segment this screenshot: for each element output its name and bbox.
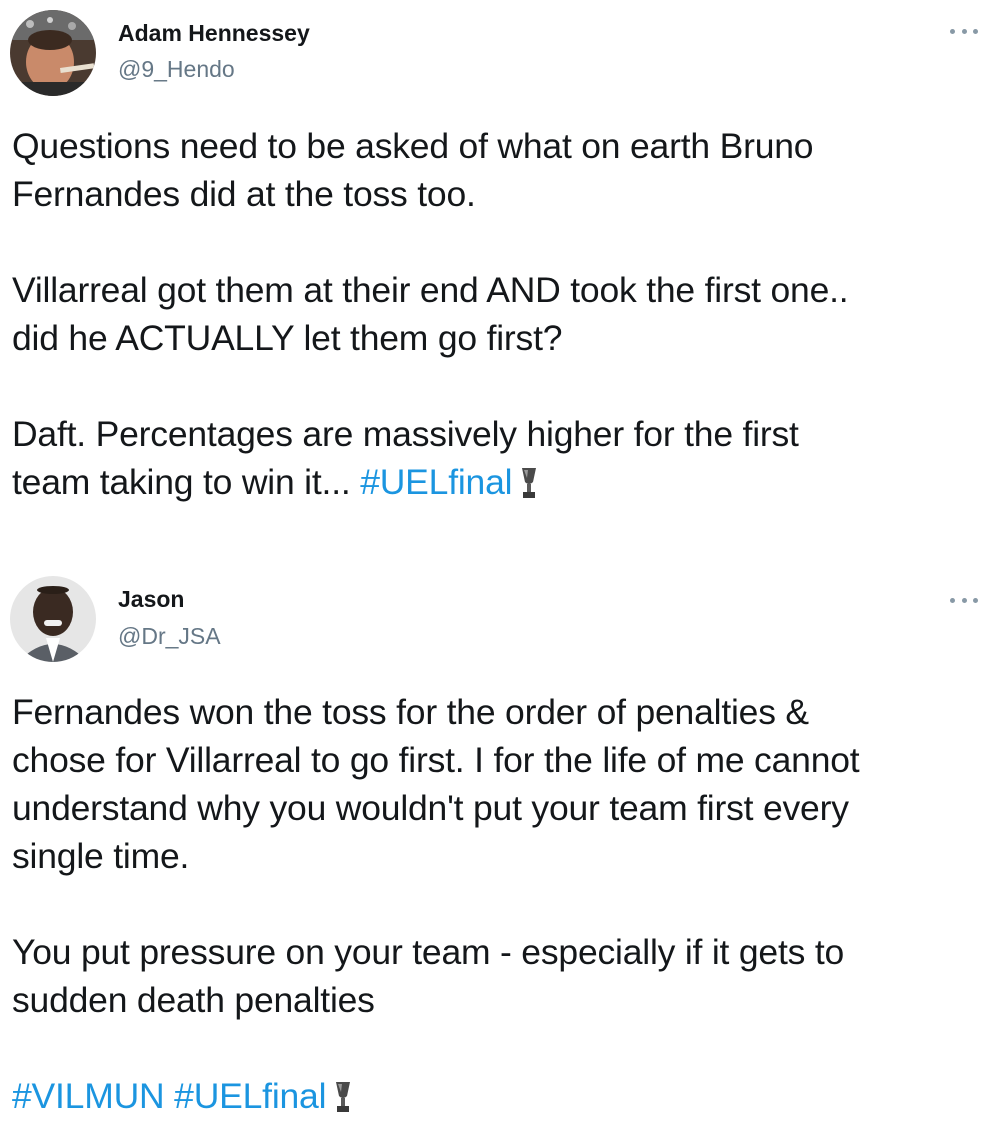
- hashtag-link[interactable]: #UELfinal: [174, 1076, 326, 1116]
- trophy-icon: [520, 464, 538, 512]
- author-name[interactable]: Adam Hennessey: [118, 20, 310, 47]
- author-handle[interactable]: @Dr_JSA: [118, 623, 221, 650]
- tweet-text: Fernandes won the toss for the order of …: [12, 688, 992, 1126]
- more-options-icon[interactable]: [950, 24, 978, 38]
- tweet-paragraph: #VILMUN #UELfinal: [12, 1072, 992, 1126]
- tweet-paragraph: Fernandes won the toss for the order of …: [12, 692, 860, 876]
- tweet-paragraph: Daft. Percentages are massively higher f…: [12, 410, 992, 512]
- tweet-paragraph: Villarreal got them at their end AND too…: [12, 270, 849, 358]
- tweet-card[interactable]: Jason @Dr_JSA Fernandes won the toss for…: [0, 560, 1000, 1136]
- author-name[interactable]: Jason: [118, 586, 184, 613]
- trophy-icon: [334, 1078, 352, 1126]
- tweet-paragraph: You put pressure on your team - especial…: [12, 932, 845, 1020]
- tweet-paragraph: Questions need to be asked of what on ea…: [12, 126, 814, 214]
- author-handle[interactable]: @9_Hendo: [118, 56, 235, 83]
- hashtag-link[interactable]: #VILMUN: [12, 1076, 165, 1116]
- hashtag-link[interactable]: #UELfinal: [360, 462, 512, 502]
- author-avatar[interactable]: [10, 10, 96, 96]
- author-avatar[interactable]: [10, 576, 96, 662]
- tweet-card[interactable]: Adam Hennessey @9_Hendo Questions need t…: [0, 0, 1000, 540]
- more-options-icon[interactable]: [950, 593, 978, 607]
- tweet-text: Questions need to be asked of what on ea…: [12, 122, 992, 512]
